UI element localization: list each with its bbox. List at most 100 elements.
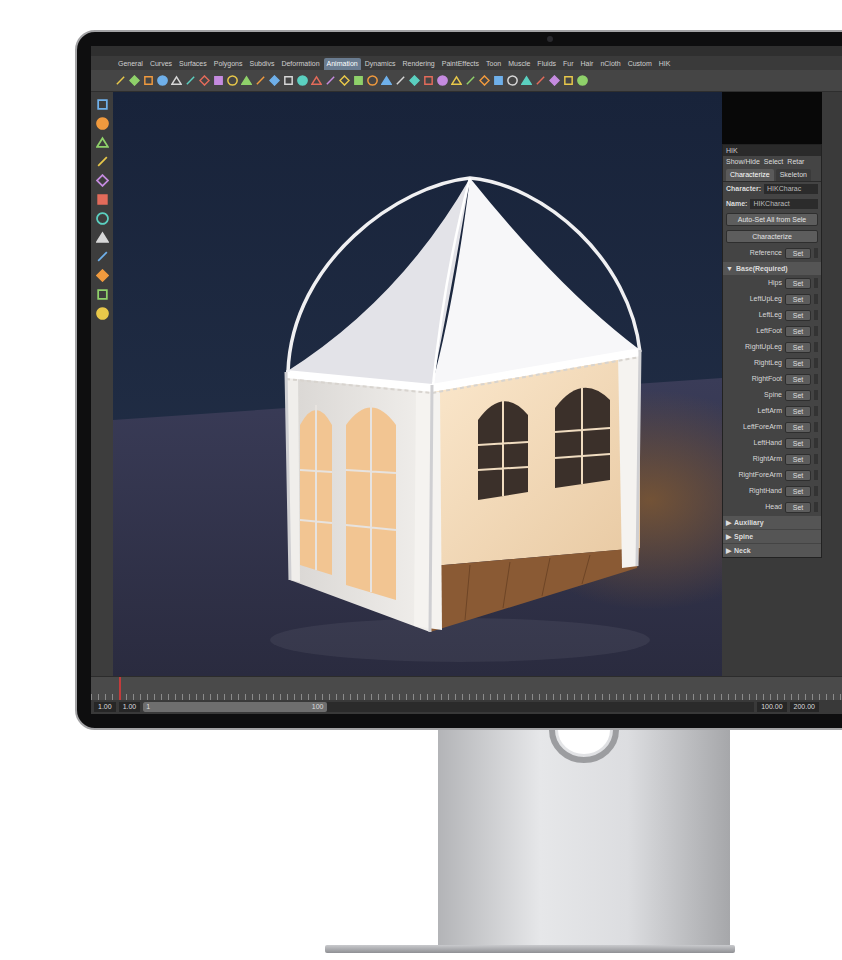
shelf-tab[interactable]: HIK xyxy=(656,58,674,70)
tool-icon[interactable] xyxy=(96,288,109,301)
shelf-tool-icon[interactable] xyxy=(423,75,434,86)
shelf-tool-icon[interactable] xyxy=(255,75,266,86)
shelf-tool-icon[interactable] xyxy=(367,75,378,86)
set-button[interactable]: Set xyxy=(785,438,811,449)
shelf-tool-icon[interactable] xyxy=(563,75,574,86)
shelf-tab[interactable]: Rendering xyxy=(399,58,437,70)
tool-icon[interactable] xyxy=(96,231,109,244)
slot-field[interactable] xyxy=(814,438,818,448)
shelf-tool-icon[interactable] xyxy=(577,75,588,86)
slot-field[interactable] xyxy=(814,326,818,336)
tool-icon[interactable] xyxy=(96,117,109,130)
set-button[interactable]: Set xyxy=(785,470,811,481)
shelf-tab[interactable]: Curves xyxy=(147,58,175,70)
shelf-tool-icon[interactable] xyxy=(213,75,224,86)
shelf-tab[interactable]: Deformation xyxy=(278,58,322,70)
set-button[interactable]: Set xyxy=(785,342,811,353)
toggle-icon[interactable]: ▶ xyxy=(726,546,731,555)
tool-icon[interactable] xyxy=(96,307,109,320)
shelf-tool-icon[interactable] xyxy=(339,75,350,86)
shelf-tool-icon[interactable] xyxy=(381,75,392,86)
slot-field[interactable] xyxy=(814,374,818,384)
set-button[interactable]: Set xyxy=(785,374,811,385)
shelf-tool-icon[interactable] xyxy=(297,75,308,86)
slot-field[interactable] xyxy=(814,342,818,352)
tab[interactable]: Skeleton xyxy=(776,169,811,181)
toggle-icon[interactable]: ▼ xyxy=(726,264,733,273)
shelf-tab[interactable]: Fluids xyxy=(534,58,559,70)
section-header[interactable]: ▼Base(Required) xyxy=(723,262,821,275)
shelf-tool-icon[interactable] xyxy=(353,75,364,86)
toggle-icon[interactable]: ▶ xyxy=(726,532,731,541)
set-button[interactable]: Set xyxy=(785,502,811,513)
shelf-tab[interactable]: Muscle xyxy=(505,58,533,70)
set-button[interactable]: Set xyxy=(785,390,811,401)
shelf-tool-icon[interactable] xyxy=(493,75,504,86)
shelf-tool-icon[interactable] xyxy=(465,75,476,86)
slot-field[interactable] xyxy=(814,248,818,258)
set-button[interactable]: Set xyxy=(785,358,811,369)
tool-icon[interactable] xyxy=(96,250,109,263)
menu-item[interactable]: Retar xyxy=(787,158,804,166)
shelf-tool-icon[interactable] xyxy=(409,75,420,86)
time-cursor[interactable] xyxy=(119,677,121,700)
shelf-tool-icon[interactable] xyxy=(171,75,182,86)
section-header[interactable]: ▶Spine xyxy=(723,530,821,543)
slot-field[interactable] xyxy=(814,390,818,400)
shelf-tool-icon[interactable] xyxy=(437,75,448,86)
slot-field[interactable] xyxy=(814,294,818,304)
shelf-tool-icon[interactable] xyxy=(157,75,168,86)
shelf-tool-icon[interactable] xyxy=(451,75,462,86)
slot-field[interactable] xyxy=(814,278,818,288)
action-button[interactable]: Auto-Set All from Sele xyxy=(726,213,818,226)
set-button[interactable]: Set xyxy=(785,310,811,321)
set-button[interactable]: Set xyxy=(785,486,811,497)
shelf-tab[interactable]: Toon xyxy=(483,58,504,70)
tool-icon[interactable] xyxy=(96,269,109,282)
shelf-tab[interactable]: Fur xyxy=(560,58,577,70)
max-field[interactable]: 200.00 xyxy=(790,702,819,712)
slot-field[interactable] xyxy=(814,406,818,416)
slot-field[interactable] xyxy=(814,454,818,464)
shelf-tool-icon[interactable] xyxy=(479,75,490,86)
slot-field[interactable] xyxy=(814,502,818,512)
range-slider[interactable]: 1100 xyxy=(143,702,754,712)
shelf-tool-icon[interactable] xyxy=(199,75,210,86)
shelf-tool-icon[interactable] xyxy=(269,75,280,86)
set-button[interactable]: Set xyxy=(785,248,811,259)
slot-field[interactable] xyxy=(814,422,818,432)
viewport[interactable] xyxy=(113,92,722,676)
shelf-tool-icon[interactable] xyxy=(521,75,532,86)
range-thumb[interactable]: 1100 xyxy=(143,702,326,712)
set-button[interactable]: Set xyxy=(785,422,811,433)
section-header[interactable]: ▶Auxiliary xyxy=(723,516,821,529)
current-field[interactable]: 1.00 xyxy=(119,702,141,712)
tool-icon[interactable] xyxy=(96,193,109,206)
slot-field[interactable] xyxy=(814,358,818,368)
menu-item[interactable]: Select xyxy=(764,158,783,166)
shelf-tool-icon[interactable] xyxy=(507,75,518,86)
shelf-tool-icon[interactable] xyxy=(143,75,154,86)
shelf-tool-icon[interactable] xyxy=(549,75,560,86)
tool-icon[interactable] xyxy=(96,212,109,225)
name-field[interactable]: HIKCharact xyxy=(750,199,818,209)
toggle-icon[interactable]: ▶ xyxy=(726,518,731,527)
time-ruler[interactable] xyxy=(91,676,842,700)
shelf-tab[interactable]: Surfaces xyxy=(176,58,210,70)
slot-field[interactable] xyxy=(814,470,818,480)
set-button[interactable]: Set xyxy=(785,278,811,289)
section-header[interactable]: ▶Neck xyxy=(723,544,821,557)
shelf-tool-icon[interactable] xyxy=(129,75,140,86)
tool-icon[interactable] xyxy=(96,174,109,187)
set-button[interactable]: Set xyxy=(785,294,811,305)
shelf-tool-icon[interactable] xyxy=(185,75,196,86)
slot-field[interactable] xyxy=(814,310,818,320)
shelf-tool-icon[interactable] xyxy=(241,75,252,86)
shelf-tool-icon[interactable] xyxy=(535,75,546,86)
set-button[interactable]: Set xyxy=(785,406,811,417)
set-button[interactable]: Set xyxy=(785,326,811,337)
menu-item[interactable]: Show/Hide xyxy=(726,158,760,166)
shelf-tab[interactable]: Dynamics xyxy=(362,58,399,70)
shelf-tab[interactable]: Subdivs xyxy=(247,58,278,70)
end-field[interactable]: 100.00 xyxy=(757,702,786,712)
